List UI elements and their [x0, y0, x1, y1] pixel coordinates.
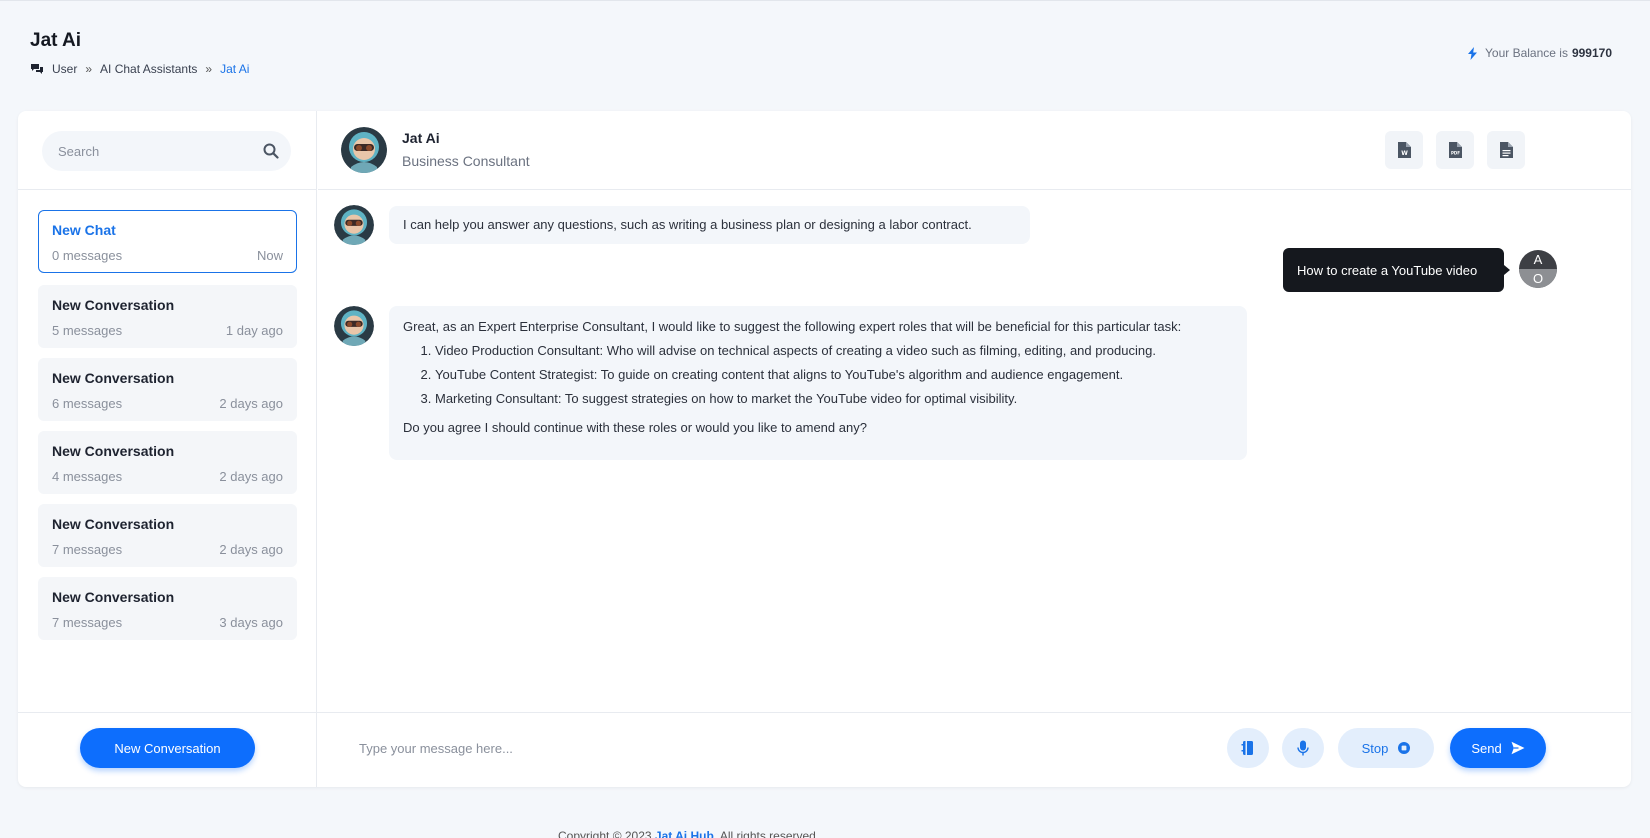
chat-bubbles-icon [31, 64, 43, 74]
user-avatar-initial: A [1533, 252, 1543, 267]
svg-text:W: W [1401, 150, 1408, 157]
copyright-footer: Copyright © 2023 Jat Ai Hub. All rights … [558, 829, 816, 838]
page-title: Jat Ai [30, 30, 82, 51]
conversation-message-count: 0 messages [52, 248, 123, 263]
word-file-icon: W [1398, 142, 1411, 158]
reply-intro: Great, as an Expert Enterprise Consultan… [403, 319, 1182, 334]
send-label: Send [1471, 740, 1502, 756]
prompt-library-button[interactable] [1227, 728, 1269, 768]
conversation-message-count: 6 messages [52, 396, 123, 411]
microphone-icon [1297, 740, 1309, 756]
conversation-item[interactable]: New Conversation 7 messages 2 days ago [38, 504, 297, 567]
assistant-message: I can help you answer any questions, suc… [389, 206, 1030, 244]
breadcrumb: User » AI Chat Assistants » Jat Ai [30, 62, 249, 76]
conversation-time: Now [256, 248, 283, 263]
footer-brand-link[interactable]: Jat Ai Hub [655, 829, 714, 838]
assistant-avatar [341, 127, 387, 173]
book-icon [1241, 741, 1253, 755]
breadcrumb-ai-chat-assistants[interactable]: AI Chat Assistants [100, 62, 197, 76]
conversation-message-count: 5 messages [52, 323, 123, 338]
conversation-title: New Conversation [52, 516, 175, 532]
assistant-name: Jat Ai [402, 130, 440, 146]
reply-list-item: Video Production Consultant: Who will ad… [435, 344, 1233, 357]
assistant-reply: Great, as an Expert Enterprise Consultan… [389, 306, 1247, 460]
new-conversation-button[interactable]: New Conversation [80, 728, 255, 768]
export-pdf-button[interactable]: PDF [1436, 131, 1474, 169]
conversation-message-count: 7 messages [52, 615, 123, 630]
search-box [42, 131, 291, 171]
conversation-time: 2 days ago [219, 469, 283, 484]
reply-list-item: Marketing Consultant: To suggest strateg… [435, 392, 1233, 405]
assistant-message-avatar [334, 205, 374, 245]
pdf-file-icon: PDF [1449, 142, 1462, 158]
breadcrumb-user[interactable]: User [52, 62, 77, 76]
copyright-suffix: . All rights reserved [713, 829, 816, 838]
export-word-button[interactable]: W [1385, 131, 1423, 169]
conversation-item[interactable]: New Conversation 5 messages 1 day ago [38, 285, 297, 348]
conversation-title: New Conversation [52, 589, 175, 605]
assistant-role: Business Consultant [402, 153, 530, 169]
send-button[interactable]: Send [1450, 728, 1546, 768]
reply-list-item: YouTube Content Strategist: To guide on … [435, 368, 1233, 381]
user-avatar-initial: O [1519, 269, 1557, 288]
breadcrumb-separator: » [205, 62, 213, 76]
breadcrumb-current: Jat Ai [220, 62, 250, 76]
conversation-item[interactable]: New Conversation 6 messages 2 days ago [38, 358, 297, 421]
stop-circle-icon [1398, 742, 1411, 754]
lightning-icon [1468, 46, 1477, 60]
top-border [0, 0, 1650, 1]
assistant-message-avatar [334, 306, 374, 346]
balance-value: 999170 [1571, 46, 1612, 60]
balance-indicator: Your Balance is 999170 [1468, 46, 1612, 60]
voice-input-button[interactable] [1282, 728, 1324, 768]
conversation-item-active[interactable]: New Chat 0 messages Now [38, 210, 297, 273]
user-avatar: A O [1519, 250, 1557, 288]
conversation-title: New Conversation [52, 370, 175, 386]
conversation-item[interactable]: New Conversation 4 messages 2 days ago [38, 431, 297, 494]
chat-header-divider [318, 189, 1631, 190]
breadcrumb-separator: » [85, 62, 93, 76]
send-arrow-icon [1511, 741, 1525, 755]
conversation-time: 2 days ago [219, 396, 283, 411]
conversation-message-count: 4 messages [52, 469, 123, 484]
sidebar-divider [18, 189, 317, 190]
conversation-title: New Chat [52, 222, 116, 238]
message-input[interactable] [343, 728, 843, 768]
search-input[interactable] [42, 131, 242, 171]
conversation-title: New Conversation [52, 297, 175, 313]
stop-button[interactable]: Stop [1338, 728, 1434, 768]
user-message: How to create a YouTube video [1283, 248, 1510, 292]
chat-card: New Chat 0 messages Now New Conversation … [18, 111, 1631, 787]
stop-label: Stop [1361, 740, 1389, 756]
search-icon[interactable] [263, 143, 279, 159]
conversation-time: 3 days ago [219, 615, 283, 630]
svg-text:PDF: PDF [1451, 151, 1460, 156]
conversation-time: 1 day ago [225, 323, 283, 338]
balance-label: Your Balance is [1485, 46, 1568, 60]
copyright-prefix: Copyright © 2023 [558, 829, 652, 838]
text-file-icon [1500, 142, 1513, 158]
reply-list: Video Production Consultant: Who will ad… [435, 344, 1233, 405]
conversation-message-count: 7 messages [52, 542, 123, 557]
composer-divider [18, 712, 1631, 713]
conversation-title: New Conversation [52, 443, 175, 459]
conversation-sidebar: New Chat 0 messages Now New Conversation … [18, 111, 317, 787]
export-text-button[interactable] [1487, 131, 1525, 169]
reply-outro: Do you agree I should continue with thes… [403, 420, 867, 435]
conversation-item[interactable]: New Conversation 7 messages 3 days ago [38, 577, 297, 640]
conversation-time: 2 days ago [219, 542, 283, 557]
